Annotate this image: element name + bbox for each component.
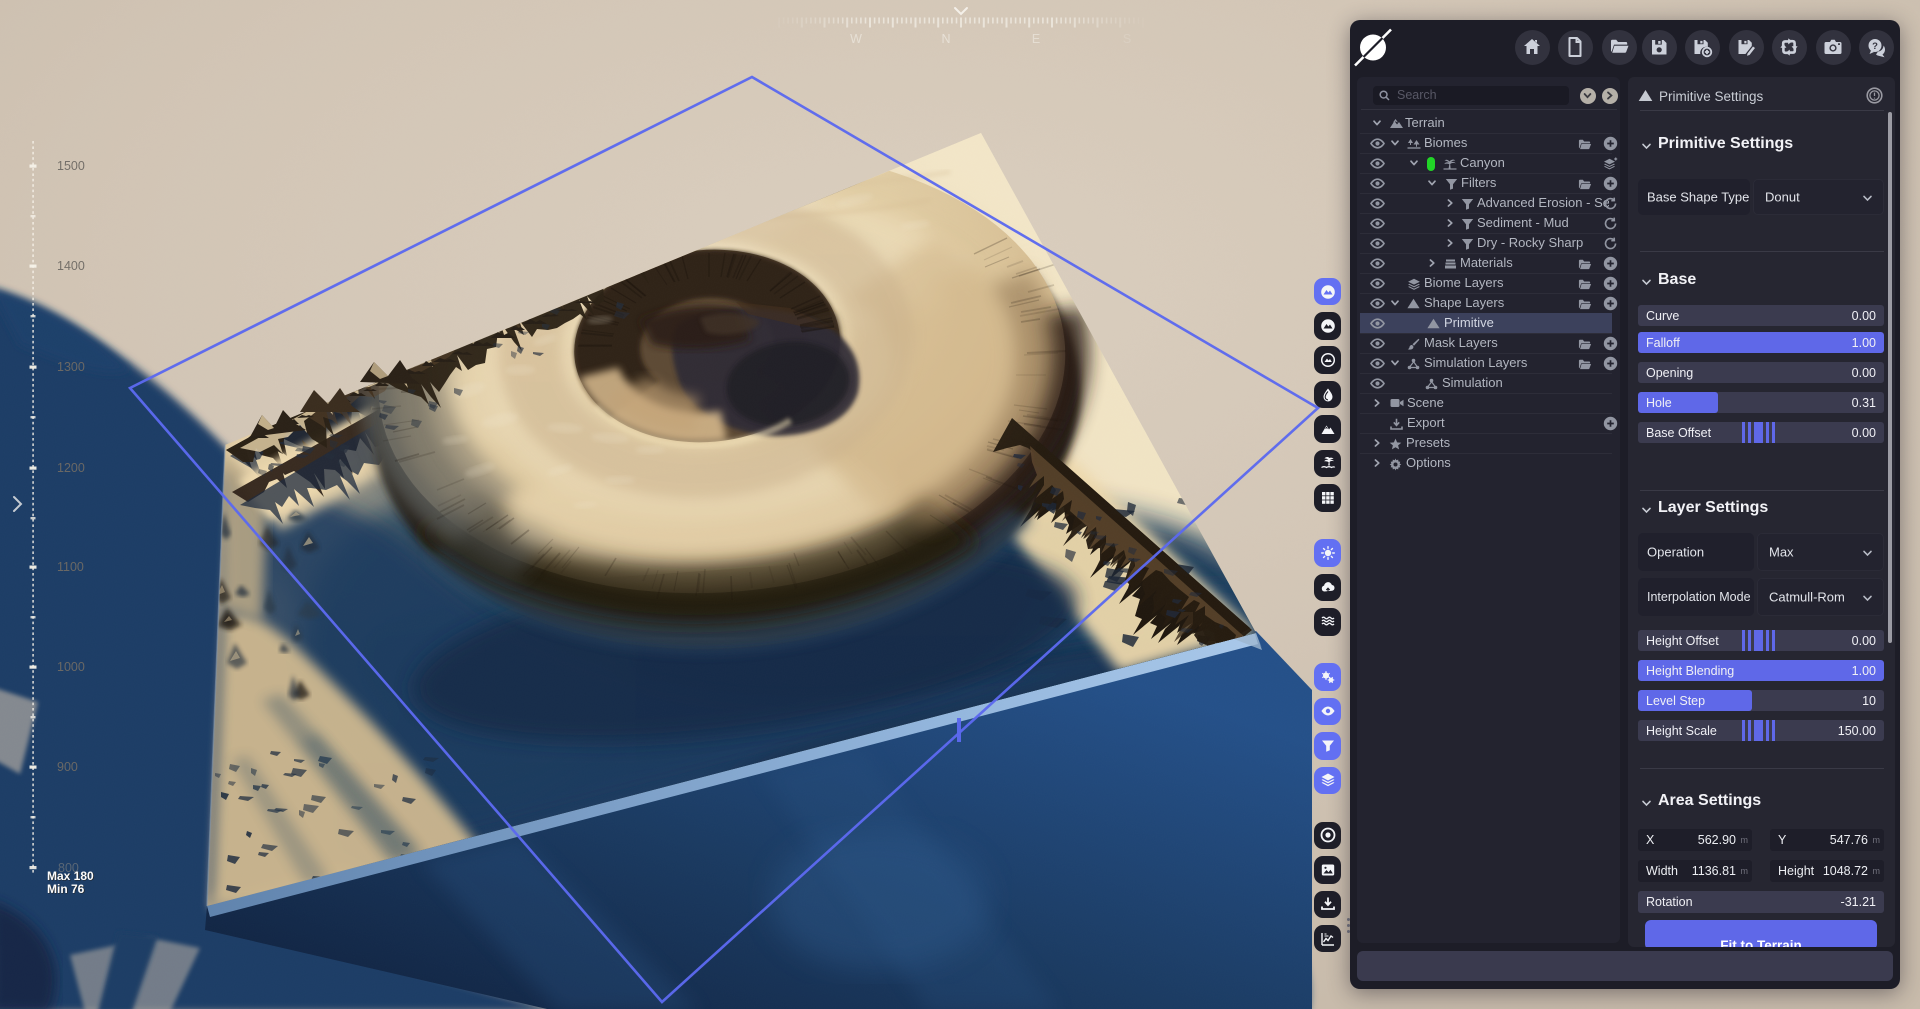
svg-text:?: ? [1872,41,1878,52]
